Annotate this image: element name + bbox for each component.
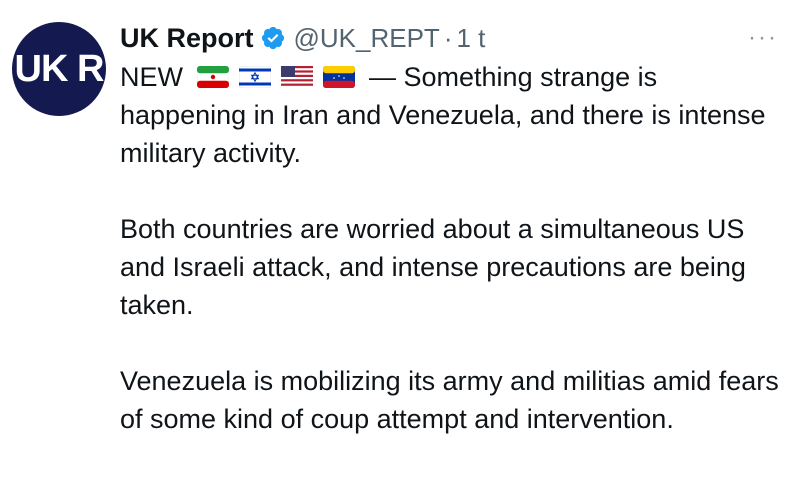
avatar-logo-text: UK R: [14, 47, 105, 90]
lead-text: NEW: [120, 62, 183, 92]
verified-badge-icon: [260, 25, 286, 51]
more-options-icon[interactable]: ···: [748, 24, 778, 52]
author-handle[interactable]: @UK_REPT: [294, 23, 440, 54]
first-line: NEW — Something strange is: [120, 58, 786, 96]
tweet-body: NEW — Something strange is happening in …: [120, 58, 786, 438]
paragraph-2: Both countries are worried about a simul…: [120, 214, 746, 320]
tweet-header: UK Report @UK_REPT · 1 t: [120, 20, 780, 56]
dash-text: — Something strange is: [369, 62, 658, 92]
iran-flag-icon: [197, 66, 229, 88]
separator-dot: ·: [443, 22, 453, 53]
author-name[interactable]: UK Report: [120, 23, 254, 54]
us-flag-icon: [281, 66, 313, 88]
venezuela-flag-icon: [323, 66, 355, 88]
paragraph-3: Venezuela is mobilizing its army and mil…: [120, 366, 779, 434]
paragraph-1: happening in Iran and Venezuela, and the…: [120, 100, 766, 168]
israel-flag-icon: [239, 66, 271, 88]
timestamp[interactable]: 1 t: [457, 23, 486, 54]
avatar[interactable]: UK R: [12, 22, 106, 116]
